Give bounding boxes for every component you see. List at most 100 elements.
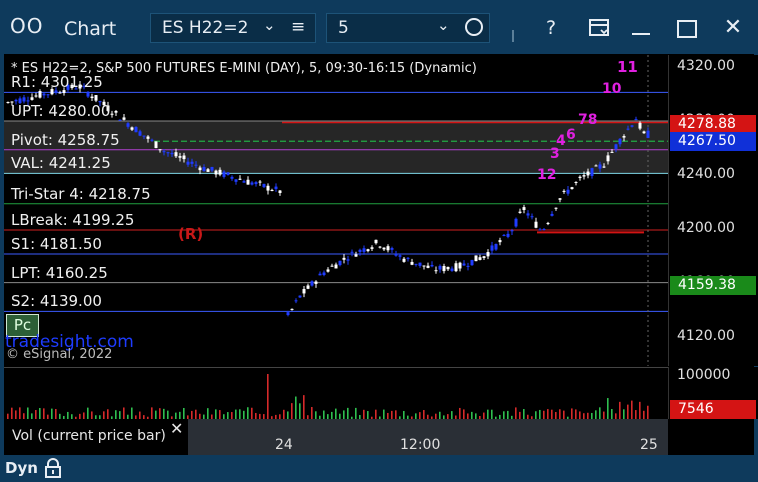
candle-body [486, 252, 490, 257]
candle-body [590, 168, 594, 176]
time-tick: 12:00 [400, 437, 441, 453]
candle-body [366, 249, 370, 252]
candle-body [490, 245, 494, 251]
volume-bar [607, 398, 609, 420]
volume-axis[interactable]: 100000 7546 [668, 367, 758, 419]
candle-body [346, 259, 350, 261]
candle-body [114, 110, 118, 113]
candle-body [202, 166, 206, 172]
candle-body [302, 289, 306, 294]
copyright: © eSignal, 2022 [6, 347, 113, 362]
candle-body [602, 166, 606, 168]
candle-body [614, 144, 618, 149]
candle-body [110, 113, 114, 115]
candle-body [446, 266, 450, 270]
candle-body [286, 312, 290, 316]
candle-body [142, 135, 146, 137]
level-label: Pivot: 4258.75 [11, 130, 120, 149]
candle-body [254, 182, 258, 185]
candle-body [358, 249, 362, 252]
volume-chart[interactable] [4, 367, 668, 420]
candle-body [390, 248, 394, 250]
interval-field[interactable]: 5 ⌄ [326, 13, 490, 43]
candle-body [518, 211, 522, 213]
layout-menu-button[interactable] [582, 12, 616, 44]
price-tick: 4120.00 [677, 328, 735, 344]
minimize-button[interactable] [624, 12, 658, 44]
candle-body [130, 127, 134, 130]
candle-body [438, 265, 442, 270]
help-button[interactable]: ? [534, 12, 568, 44]
candle-body [214, 170, 218, 175]
candle-body [322, 272, 326, 275]
price-marker: 4267.50 [670, 131, 756, 151]
count-label: 78 [578, 112, 598, 128]
candle-body [502, 234, 506, 236]
price-axis[interactable]: 4320.004280.004240.004200.004160.004120.… [668, 55, 758, 366]
maximize-button[interactable] [670, 12, 704, 44]
candle-body [510, 230, 514, 232]
candle-body [190, 161, 194, 164]
candle-body [118, 119, 122, 121]
candle-body [34, 95, 38, 97]
candle-body [198, 167, 202, 171]
candle-body [570, 187, 574, 190]
candle-body [610, 151, 614, 153]
volume-bar [267, 374, 269, 420]
clock-icon[interactable] [465, 18, 483, 36]
price-marker: 4159.38 [670, 275, 756, 295]
chevron-down-icon[interactable]: ⌄ [263, 16, 276, 34]
candle-body [514, 218, 518, 227]
price-tick: 4320.00 [677, 58, 735, 74]
candle-body [298, 295, 302, 298]
volume-bar [631, 400, 633, 420]
candle-body [294, 300, 298, 302]
level-label: VAL: 4241.25 [11, 154, 111, 173]
status-bar: Dyn [0, 455, 758, 482]
time-axis[interactable]: 24 12:00 25 [188, 419, 668, 455]
candle-body [558, 198, 562, 200]
candle-body [474, 255, 478, 262]
candle-body [562, 190, 566, 192]
count-label: 11 [617, 58, 638, 76]
candle-body [506, 233, 510, 237]
candle-body [178, 156, 182, 158]
candle-body [354, 254, 358, 257]
candle-body [342, 257, 346, 260]
volume-bar [303, 395, 305, 420]
candle-body [90, 96, 94, 99]
candle-body [430, 265, 434, 267]
candle-body [402, 258, 406, 262]
separator-icon [512, 30, 514, 42]
level-label: Tri-Star 4: 4218.75 [11, 184, 151, 203]
price-chart[interactable]: * ES H22=2, S&P 500 FUTURES E-MINI (DAY)… [4, 55, 668, 366]
chevron-down-icon[interactable]: ⌄ [437, 16, 450, 34]
volume-marker: 7546 [670, 400, 756, 419]
candle-body [634, 119, 638, 121]
close-icon: ✕ [723, 15, 743, 40]
candle-body [618, 138, 622, 145]
level-label: R1: 4301.25 [11, 73, 103, 92]
lock-icon[interactable] [44, 458, 62, 482]
symbol-value: ES H22=2 [162, 18, 249, 38]
candle-body [262, 183, 266, 188]
candle-body [314, 281, 318, 284]
candle-body [362, 248, 366, 252]
candle-body [582, 175, 586, 177]
candle-body [154, 141, 158, 149]
title-bar: OO Chart ES H22=2 ⌄ ≡ 5 ⌄ ? ✕ [0, 0, 758, 54]
candle-body [206, 169, 210, 172]
candle-body [482, 256, 486, 258]
dynamic-label: Dyn [5, 459, 38, 477]
menu-icon[interactable]: ≡ [291, 17, 305, 37]
candle-body [126, 123, 130, 127]
candle-body [146, 136, 150, 139]
candle-body [46, 94, 50, 96]
close-icon[interactable]: ✕ [170, 419, 183, 438]
candle-body [458, 262, 462, 269]
candle-body [318, 273, 322, 276]
close-button[interactable]: ✕ [716, 12, 750, 44]
candle-body [498, 240, 502, 243]
candle-body [182, 155, 186, 160]
symbol-field[interactable]: ES H22=2 ⌄ ≡ [150, 13, 316, 43]
